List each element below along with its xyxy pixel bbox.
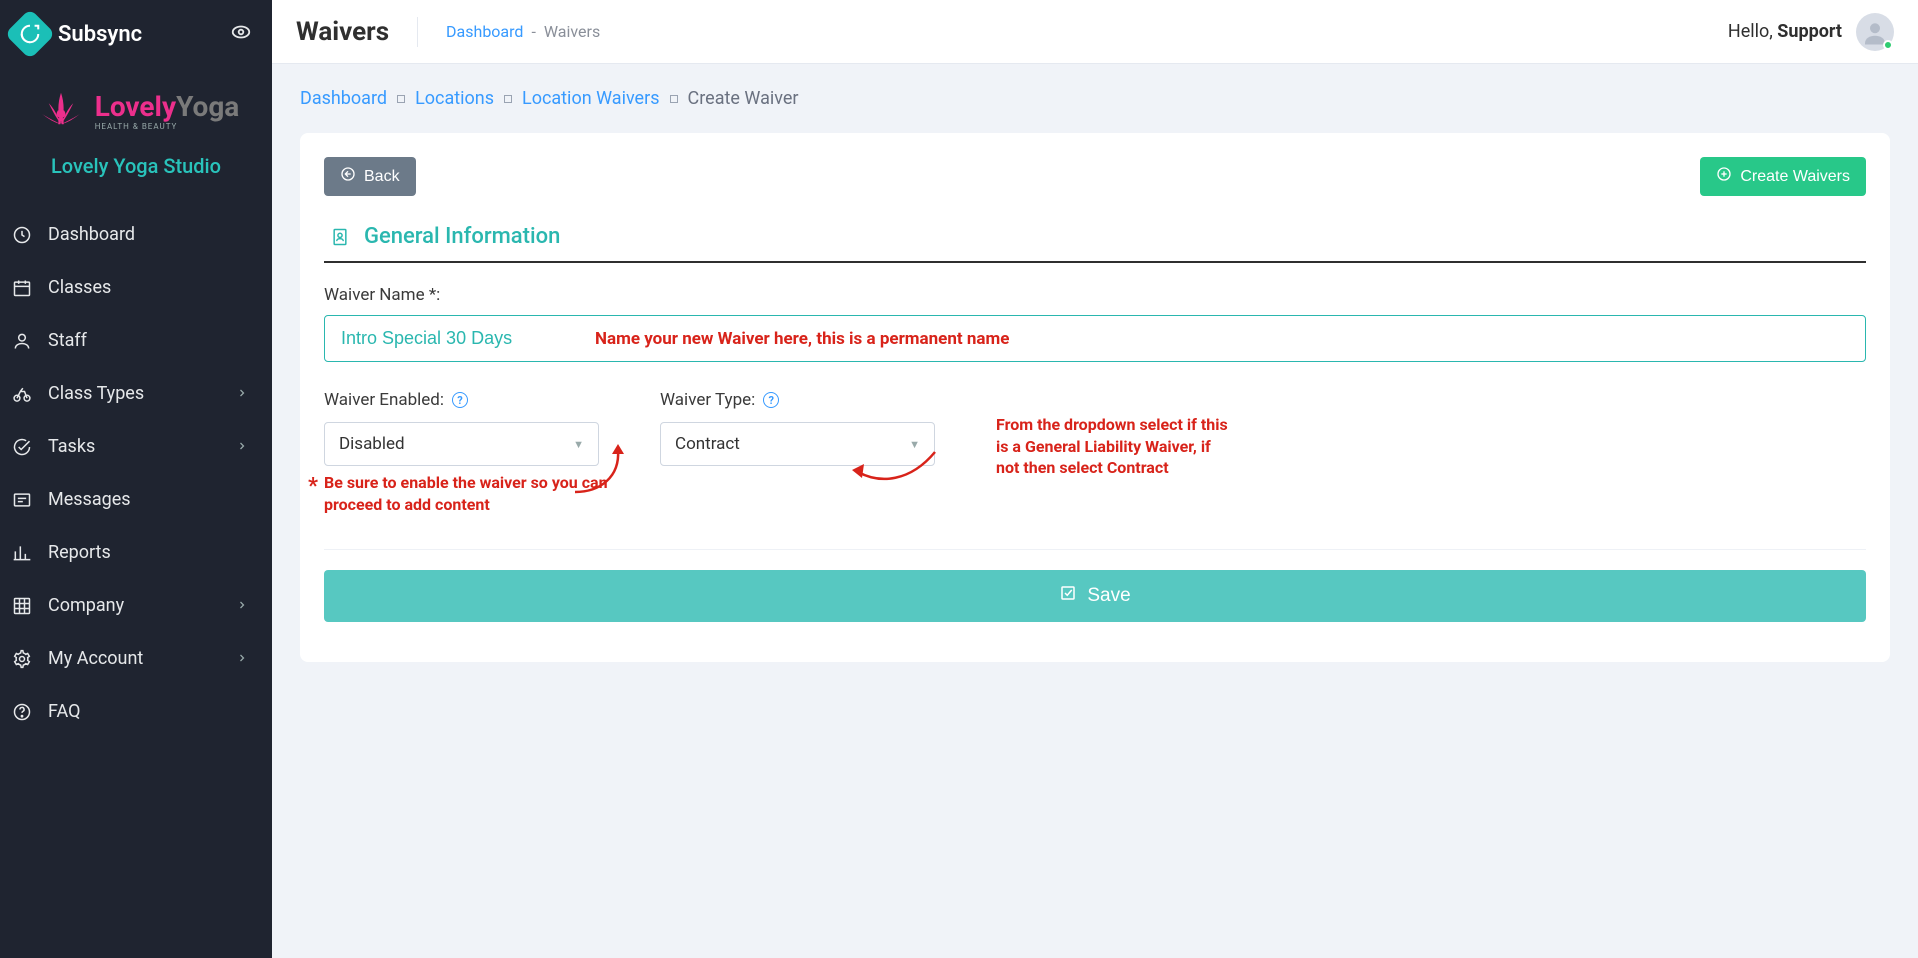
- question-icon: [12, 702, 32, 722]
- waiver-type-select[interactable]: Contract ▼: [660, 422, 935, 466]
- sidebar-item-classes[interactable]: Classes: [0, 261, 272, 314]
- content: Dashboard Locations Location Waivers Cre…: [272, 64, 1918, 958]
- sidebar: Subsync: [0, 0, 272, 958]
- main: Waivers Dashboard - Waivers Hello, Suppo…: [272, 0, 1918, 958]
- create-waivers-button[interactable]: Create Waivers: [1700, 157, 1866, 196]
- studio-logo: LovelyYoga HEALTH & BEAUTY: [12, 84, 260, 140]
- help-icon[interactable]: ?: [452, 392, 468, 408]
- bar-chart-icon: [12, 543, 32, 563]
- crumb-separator-icon: [397, 95, 405, 103]
- message-icon: [12, 490, 32, 510]
- sidebar-item-reports[interactable]: Reports: [0, 526, 272, 579]
- header-breadcrumb: Dashboard - Waivers: [446, 22, 600, 41]
- studio-logo-text: LovelyYoga HEALTH & BEAUTY: [95, 93, 240, 131]
- waiver-enabled-col: Waiver Enabled: ? Disabled ▼ * Be sure t…: [324, 390, 624, 466]
- waiver-type-value: Contract: [675, 434, 740, 454]
- crumb-separator-icon: [670, 95, 678, 103]
- sidebar-item-label: Classes: [48, 277, 111, 298]
- sidebar-item-label: Tasks: [48, 436, 95, 457]
- brand-logo-icon: [5, 9, 56, 60]
- chevron-right-icon: [236, 383, 248, 404]
- sidebar-item-label: Staff: [48, 330, 87, 351]
- check-square-icon: [1059, 584, 1077, 608]
- gear-icon: [12, 649, 32, 669]
- waiver-type-label: Waiver Type:: [660, 390, 755, 410]
- arrow-left-icon: [340, 166, 356, 187]
- waiver-enabled-annotation: * Be sure to enable the waiver so you ca…: [308, 472, 628, 515]
- check-circle-icon: [12, 437, 32, 457]
- sidebar-item-label: FAQ: [48, 701, 80, 722]
- waiver-enabled-label: Waiver Enabled:: [324, 390, 444, 410]
- crumb-separator-icon: [504, 95, 512, 103]
- document-icon: [330, 227, 350, 247]
- back-button[interactable]: Back: [324, 157, 416, 196]
- breadcrumb: Dashboard Locations Location Waivers Cre…: [300, 88, 1890, 109]
- sidebar-item-class-types[interactable]: Class Types: [0, 367, 272, 420]
- sidebar-item-label: Class Types: [48, 383, 144, 404]
- greeting: Hello, Support: [1728, 21, 1842, 42]
- sidebar-header: Subsync: [0, 0, 272, 64]
- waiver-name-input[interactable]: [341, 328, 573, 349]
- waiver-type-annotation: From the dropdown select if this is a Ge…: [996, 390, 1236, 479]
- sidebar-item-faq[interactable]: FAQ: [0, 685, 272, 738]
- chevron-right-icon: [236, 436, 248, 457]
- grid-icon: [12, 596, 32, 616]
- studio-name[interactable]: Lovely Yoga Studio: [12, 154, 260, 178]
- sidebar-item-label: Messages: [48, 489, 131, 510]
- sidebar-item-staff[interactable]: Staff: [0, 314, 272, 367]
- brand[interactable]: Subsync: [12, 16, 142, 52]
- user-icon: [12, 331, 32, 351]
- header-crumb-sep: -: [531, 22, 535, 41]
- sidebar-item-company[interactable]: Company: [0, 579, 272, 632]
- clock-icon: [12, 225, 32, 245]
- calendar-icon: [12, 278, 32, 298]
- sidebar-item-my-account[interactable]: My Account: [0, 632, 272, 685]
- section-header: General Information: [324, 202, 1866, 263]
- crumb-dashboard[interactable]: Dashboard: [300, 88, 387, 109]
- status-dot-icon: [1883, 40, 1893, 50]
- waiver-name-label: Waiver Name *:: [324, 285, 1866, 305]
- help-icon[interactable]: ?: [763, 392, 779, 408]
- header-crumb-current: Waivers: [544, 22, 600, 41]
- brand-name: Subsync: [58, 22, 142, 47]
- lotus-icon: [33, 84, 89, 140]
- chevron-down-icon: ▼: [909, 438, 920, 451]
- avatar[interactable]: [1856, 13, 1894, 51]
- bicycle-icon: [12, 384, 32, 404]
- form-card: Back Create Waivers General Information …: [300, 133, 1890, 662]
- sidebar-toggle-icon[interactable]: [230, 21, 252, 47]
- sidebar-item-tasks[interactable]: Tasks: [0, 420, 272, 473]
- sidebar-nav: Dashboard Classes Staff Class Types: [0, 202, 272, 744]
- crumb-current: Create Waiver: [688, 88, 799, 109]
- waiver-enabled-select[interactable]: Disabled ▼: [324, 422, 599, 466]
- sidebar-item-label: Company: [48, 595, 124, 616]
- header-crumb-dashboard[interactable]: Dashboard: [446, 22, 523, 41]
- save-button[interactable]: Save: [324, 570, 1866, 622]
- sidebar-item-label: Reports: [48, 542, 111, 563]
- waiver-name-input-wrap: Name your new Waiver here, this is a per…: [324, 315, 1866, 362]
- crumb-locations[interactable]: Locations: [415, 88, 494, 109]
- sidebar-item-dashboard[interactable]: Dashboard: [0, 208, 272, 261]
- waiver-name-annotation: Name your new Waiver here, this is a per…: [595, 329, 1009, 349]
- crumb-location-waivers[interactable]: Location Waivers: [522, 88, 660, 109]
- waiver-enabled-value: Disabled: [339, 434, 405, 454]
- page-title: Waivers: [296, 17, 418, 47]
- chevron-right-icon: [236, 648, 248, 669]
- chevron-down-icon: ▼: [573, 438, 584, 451]
- plus-circle-icon: [1716, 166, 1732, 187]
- waiver-type-col: Waiver Type: ? Contract ▼: [660, 390, 960, 466]
- topbar: Waivers Dashboard - Waivers Hello, Suppo…: [272, 0, 1918, 64]
- sidebar-item-label: Dashboard: [48, 224, 135, 245]
- chevron-right-icon: [236, 595, 248, 616]
- sidebar-item-label: My Account: [48, 648, 143, 669]
- studio-block: LovelyYoga HEALTH & BEAUTY Lovely Yoga S…: [0, 64, 272, 202]
- sidebar-item-messages[interactable]: Messages: [0, 473, 272, 526]
- section-title: General Information: [364, 224, 560, 249]
